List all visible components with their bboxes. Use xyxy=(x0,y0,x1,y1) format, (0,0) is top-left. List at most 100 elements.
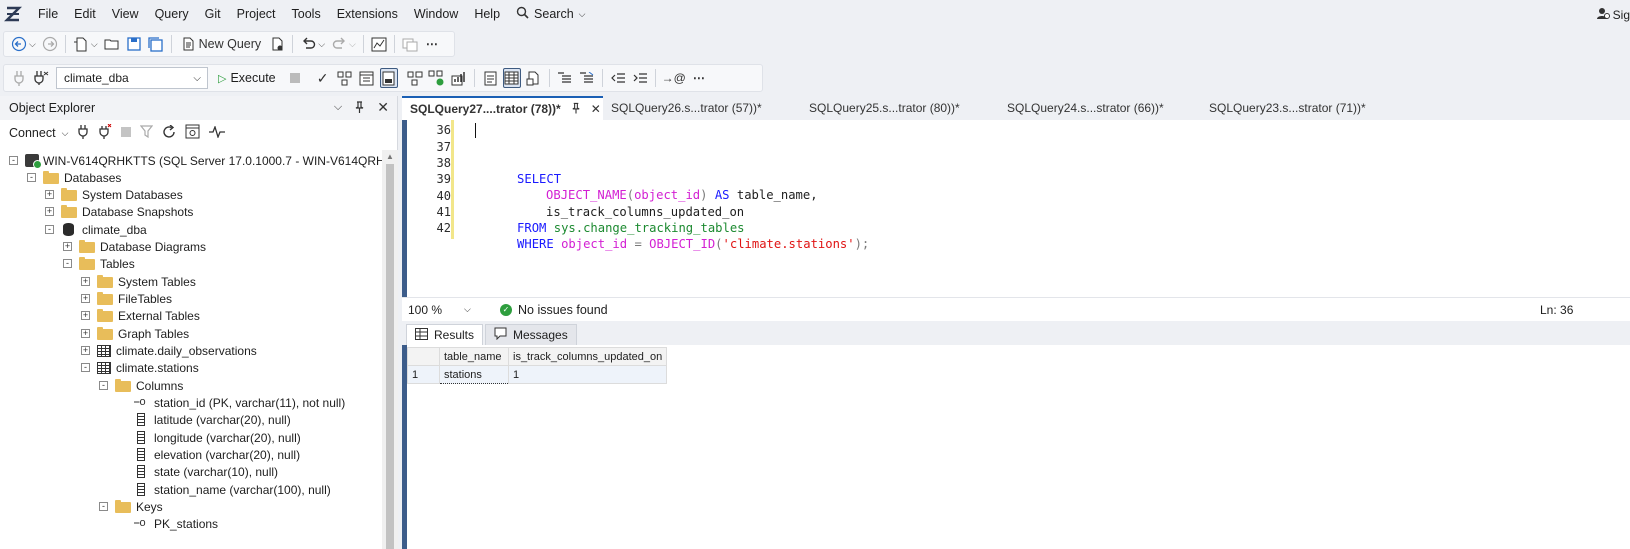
activity-monitor-icon[interactable] xyxy=(370,34,388,54)
new-file-icon[interactable] xyxy=(72,34,90,54)
filter-icon[interactable] xyxy=(140,125,154,141)
decrease-indent-icon[interactable] xyxy=(609,68,627,88)
tree-node-system-tables[interactable]: + System Tables xyxy=(81,273,196,290)
pin-icon[interactable] xyxy=(571,102,581,117)
expand-icon[interactable]: + xyxy=(81,346,90,355)
undo-icon[interactable] xyxy=(299,34,317,54)
tree-node-column-elevation[interactable]: elevation (varchar(20), null) xyxy=(134,446,300,463)
menu-file[interactable]: File xyxy=(30,0,66,28)
query-editor[interactable]: 36 37 38 39 40 41 42 SELECT OBJECT_NAME(… xyxy=(402,120,1630,297)
code-area[interactable]: SELECT OBJECT_NAME(object_id) AS table_n… xyxy=(473,120,869,251)
tree-node-databases[interactable]: - Databases xyxy=(27,169,121,186)
tree-node-tables[interactable]: - Tables xyxy=(63,255,135,272)
scrollbar-thumb[interactable] xyxy=(386,164,394,549)
increase-indent-icon[interactable] xyxy=(631,68,649,88)
column-header[interactable]: is_track_columns_updated_on xyxy=(507,347,668,366)
redo-dropdown-icon[interactable]: ⌵ xyxy=(349,39,356,50)
forward-icon[interactable] xyxy=(41,34,59,54)
display-plan-icon[interactable] xyxy=(336,68,354,88)
client-statistics-icon[interactable] xyxy=(450,68,468,88)
open-file-icon[interactable] xyxy=(103,34,121,54)
change-connection-icon[interactable] xyxy=(32,68,50,88)
menu-query[interactable]: Query xyxy=(147,0,197,28)
expand-icon[interactable]: + xyxy=(45,207,54,216)
tab-sqlquery25[interactable]: SQLQuery25.s...trator (80))* xyxy=(801,96,999,120)
disconnect-icon[interactable] xyxy=(98,123,112,142)
menu-edit[interactable]: Edit xyxy=(66,0,104,28)
parse-check-icon[interactable]: ✓ xyxy=(314,68,332,88)
tab-results[interactable]: Results xyxy=(406,324,484,345)
back-dropdown-icon[interactable]: ⌵ xyxy=(29,39,36,50)
tree-node-external-tables[interactable]: + External Tables xyxy=(81,307,200,324)
row-number-header[interactable] xyxy=(407,347,440,366)
tree-node-graph-tables[interactable]: + Graph Tables xyxy=(81,325,189,342)
results-grid[interactable]: table_name is_track_columns_updated_on 1… xyxy=(407,347,668,384)
save-icon[interactable] xyxy=(125,34,143,54)
tree-node-system-databases[interactable]: + System Databases xyxy=(45,186,183,203)
issues-indicator[interactable]: ✓ No issues found xyxy=(500,303,608,317)
tree-node-server[interactable]: - WIN-V614QRHKTTS (SQL Server 17.0.1000.… xyxy=(9,152,382,169)
expand-icon[interactable]: + xyxy=(81,329,90,338)
specify-template-values-icon[interactable]: →@ xyxy=(662,68,686,88)
grid-cell[interactable]: stations xyxy=(439,365,509,384)
menu-help[interactable]: Help xyxy=(466,0,508,28)
collapse-icon[interactable]: - xyxy=(99,502,108,511)
menu-extensions[interactable]: Extensions xyxy=(329,0,406,28)
tree-node-column-latitude[interactable]: latitude (varchar(20), null) xyxy=(134,411,291,428)
copilot-icon[interactable] xyxy=(401,34,419,54)
tab-sqlquery23[interactable]: SQLQuery23.s...strator (71))* xyxy=(1201,96,1401,120)
column-header[interactable]: table_name xyxy=(439,347,509,366)
close-icon[interactable]: ✕ xyxy=(377,100,389,116)
tree-node-column-station-name[interactable]: station_name (varchar(100), null) xyxy=(134,481,331,498)
menu-git[interactable]: Git xyxy=(197,0,229,28)
expand-icon[interactable]: + xyxy=(81,294,90,303)
refresh-icon[interactable] xyxy=(162,123,176,142)
tree-node-stations[interactable]: - climate.stations xyxy=(81,359,199,376)
connect-dropdown[interactable]: Connect ⌵ xyxy=(9,126,68,140)
comment-out-icon[interactable] xyxy=(556,68,574,88)
new-file-dropdown-icon[interactable]: ⌵ xyxy=(91,39,98,50)
available-databases-select[interactable]: climate_dba ⌵ xyxy=(56,67,208,89)
live-query-stats-icon[interactable] xyxy=(428,68,446,88)
chevron-down-icon[interactable]: ⌵ xyxy=(334,101,342,116)
tree-node-columns[interactable]: - Columns xyxy=(99,377,183,394)
activity-icon[interactable] xyxy=(209,124,226,141)
summary-icon[interactable] xyxy=(185,124,200,142)
object-explorer-scrollbar[interactable]: ▲ xyxy=(382,150,398,549)
query-options-icon[interactable] xyxy=(268,34,286,54)
collapse-icon[interactable]: - xyxy=(9,156,18,165)
cancel-query-icon[interactable] xyxy=(286,68,304,88)
stop-icon[interactable] xyxy=(121,126,132,140)
menu-project[interactable]: Project xyxy=(229,0,284,28)
tree-node-keys[interactable]: - Keys xyxy=(99,498,163,515)
tree-node-pk-stations[interactable]: ⎯o PK_stations xyxy=(134,515,218,532)
tree-node-database-snapshots[interactable]: + Database Snapshots xyxy=(45,203,193,220)
back-icon[interactable] xyxy=(10,34,28,54)
results-to-grid-icon[interactable] xyxy=(502,68,521,88)
undo-dropdown-icon[interactable]: ⌵ xyxy=(318,39,325,50)
save-all-icon[interactable] xyxy=(147,34,165,54)
sign-in[interactable]: Sig xyxy=(1596,6,1630,23)
row-number[interactable]: 1 xyxy=(407,365,440,384)
connect-icon[interactable] xyxy=(10,68,28,88)
tree-node-filetables[interactable]: + FileTables xyxy=(81,290,172,307)
tree-node-column-longitude[interactable]: longitude (varchar(20), null) xyxy=(134,429,301,446)
execute-button[interactable]: ▷ Execute xyxy=(214,71,280,85)
collapse-icon[interactable]: - xyxy=(45,225,54,234)
search-box[interactable]: Search ⌵ xyxy=(508,6,593,22)
scroll-up-icon[interactable]: ▲ xyxy=(386,152,394,161)
overflow-icon[interactable]: ⋯ xyxy=(690,68,708,88)
query-designer-icon[interactable] xyxy=(358,68,376,88)
connect-plug-icon[interactable] xyxy=(77,124,89,142)
collapse-icon[interactable]: - xyxy=(27,173,36,182)
new-query-button[interactable]: New Query xyxy=(178,34,265,54)
tab-sqlquery27[interactable]: SQLQuery27....trator (78))* ✕ xyxy=(402,96,603,120)
include-actual-plan-icon[interactable] xyxy=(406,68,424,88)
collapse-icon[interactable]: - xyxy=(63,259,72,268)
pin-icon[interactable] xyxy=(354,100,365,116)
menu-window[interactable]: Window xyxy=(406,0,466,28)
table-row[interactable]: 1 stations 1 xyxy=(407,365,668,384)
tab-sqlquery24[interactable]: SQLQuery24.s...strator (66))* xyxy=(999,96,1201,120)
zoom-select[interactable]: 100 % ⌵ xyxy=(402,303,492,317)
tree-node-daily-observations[interactable]: + climate.daily_observations xyxy=(81,342,257,359)
